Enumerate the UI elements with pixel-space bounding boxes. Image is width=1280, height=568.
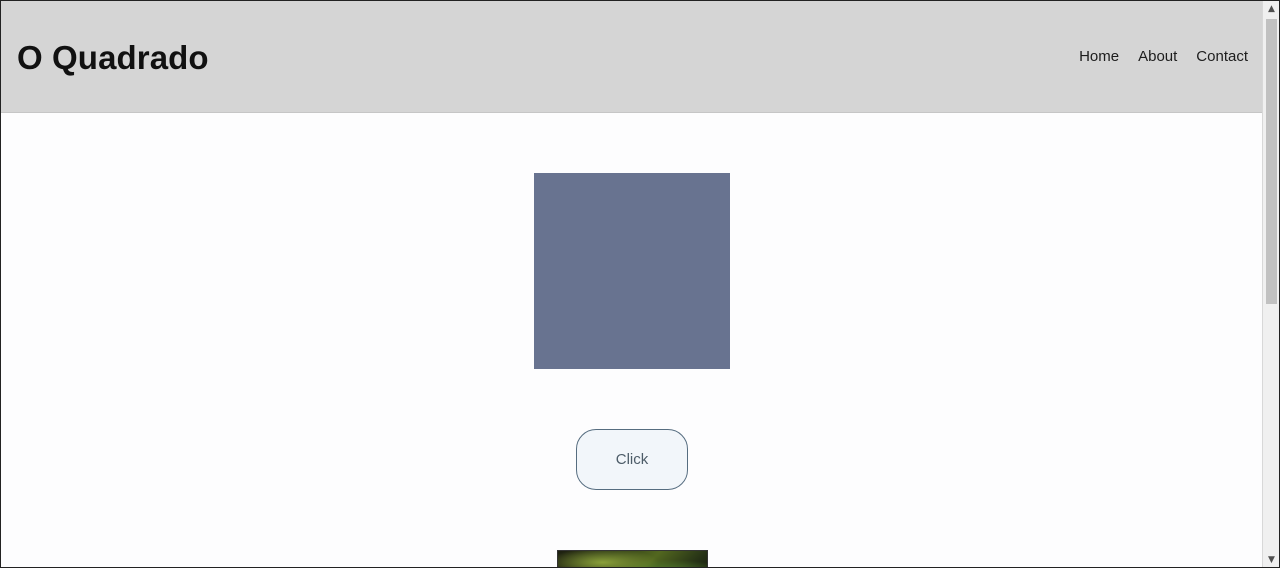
scrollbar-thumb[interactable]: [1266, 19, 1277, 304]
scroll-up-icon[interactable]: ▲: [1263, 1, 1279, 18]
nav-link-home[interactable]: Home: [1079, 48, 1119, 65]
vertical-scrollbar[interactable]: ▲ ▼: [1262, 1, 1279, 567]
gray-square: [534, 173, 730, 369]
site-title: O Quadrado: [17, 39, 209, 76]
main-navigation: Home About Contact: [1079, 48, 1248, 65]
site-header: O Quadrado Home About Contact: [1, 1, 1263, 113]
nav-link-contact[interactable]: Contact: [1196, 48, 1248, 65]
nav-link-about[interactable]: About: [1138, 48, 1177, 65]
partially-visible-image: [557, 550, 708, 567]
scroll-down-icon[interactable]: ▼: [1263, 552, 1279, 567]
click-button[interactable]: Click: [576, 429, 688, 490]
browser-viewport: O Quadrado Home About Contact Click ▲ ▼: [0, 0, 1280, 568]
